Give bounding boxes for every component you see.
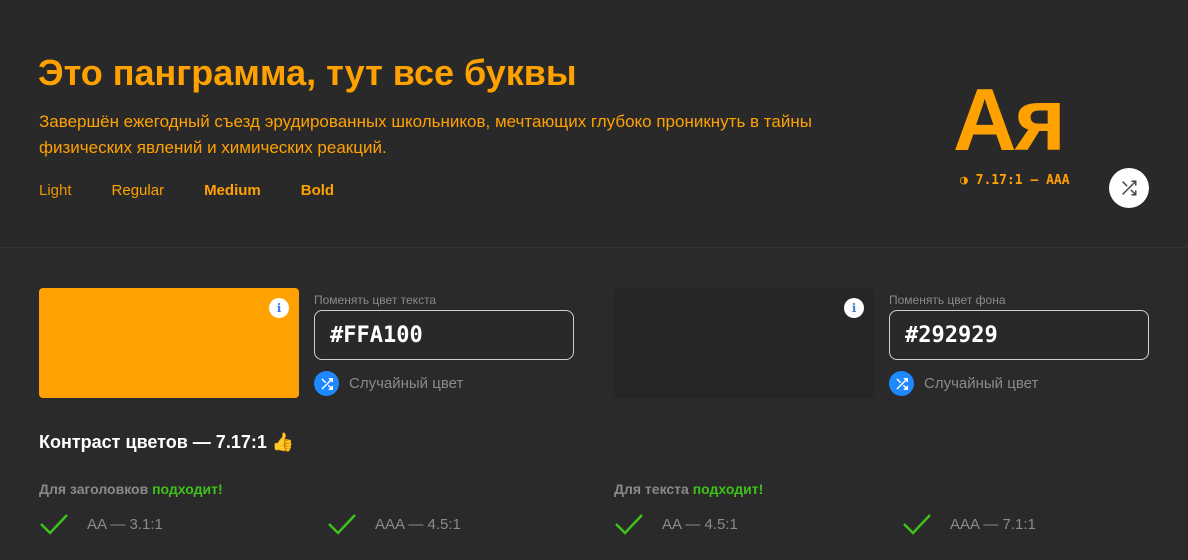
bg-color-swatch[interactable]: ℹ: [614, 288, 874, 398]
shuffle-icon: [889, 371, 914, 396]
preview-panel: Это панграмма, тут все буквы Завершён еж…: [0, 0, 1188, 248]
level-item: AAA — 4.5:1: [327, 512, 461, 536]
text-color-input[interactable]: [314, 310, 574, 360]
level-label: AA — 4.5:1: [662, 515, 738, 533]
pangram-title: Это панграмма, тут все буквы: [38, 52, 577, 93]
info-icon[interactable]: ℹ: [844, 298, 864, 318]
random-text-color-label: Случайный цвет: [349, 375, 464, 392]
level-label: AAA — 7.1:1: [950, 515, 1036, 533]
pangram-description: Завершён ежегодный съезд эрудированных ш…: [39, 112, 812, 157]
weight-regular[interactable]: Regular: [112, 182, 165, 199]
headings-verdict: Для заголовков подходит!: [39, 481, 223, 497]
random-bg-color-button[interactable]: Случайный цвет: [889, 371, 1038, 396]
level-label: AAA — 4.5:1: [375, 515, 461, 533]
ratio-summary: ◑ 7.17:1 — AAA: [960, 173, 1070, 188]
contrast-icon: ◑: [960, 173, 968, 188]
level-label: AA — 3.1:1: [87, 515, 163, 533]
shuffle-both-button[interactable]: [1109, 168, 1149, 208]
contrast-title: Контраст цветов — 7.17:1 👍: [39, 432, 295, 452]
shuffle-icon: [1122, 180, 1137, 196]
check-icon: [40, 514, 68, 535]
weight-light[interactable]: Light: [39, 182, 72, 199]
level-item: AA — 3.1:1: [39, 512, 163, 536]
weight-bold[interactable]: Bold: [301, 182, 334, 199]
text-color-swatch[interactable]: ℹ: [39, 288, 299, 398]
text-status: подходит!: [692, 481, 764, 497]
bg-color-input[interactable]: [889, 310, 1149, 360]
info-icon[interactable]: ℹ: [269, 298, 289, 318]
text-label: Для текста: [614, 481, 689, 497]
headings-label: Для заголовков: [39, 481, 149, 497]
check-icon: [903, 514, 931, 535]
level-item: AA — 4.5:1: [614, 512, 738, 536]
bg-color-label: Поменять цвет фона: [889, 293, 1006, 307]
level-item: AAA — 7.1:1: [902, 512, 1036, 536]
check-icon: [615, 514, 643, 535]
random-bg-color-label: Случайный цвет: [924, 375, 1039, 392]
text-color-label: Поменять цвет текста: [314, 293, 437, 307]
check-icon: [328, 514, 356, 535]
sample-letters: Ая: [953, 70, 1066, 169]
headings-status: подходит!: [152, 481, 223, 497]
random-text-color-button[interactable]: Случайный цвет: [314, 371, 463, 396]
weight-medium[interactable]: Medium: [204, 182, 261, 199]
text-verdict: Для текста подходит!: [614, 481, 763, 497]
font-weight-selector: Light Regular Medium Bold: [39, 182, 374, 199]
shuffle-icon: [314, 371, 339, 396]
ratio-text: 7.17:1 — AAA: [975, 173, 1070, 188]
